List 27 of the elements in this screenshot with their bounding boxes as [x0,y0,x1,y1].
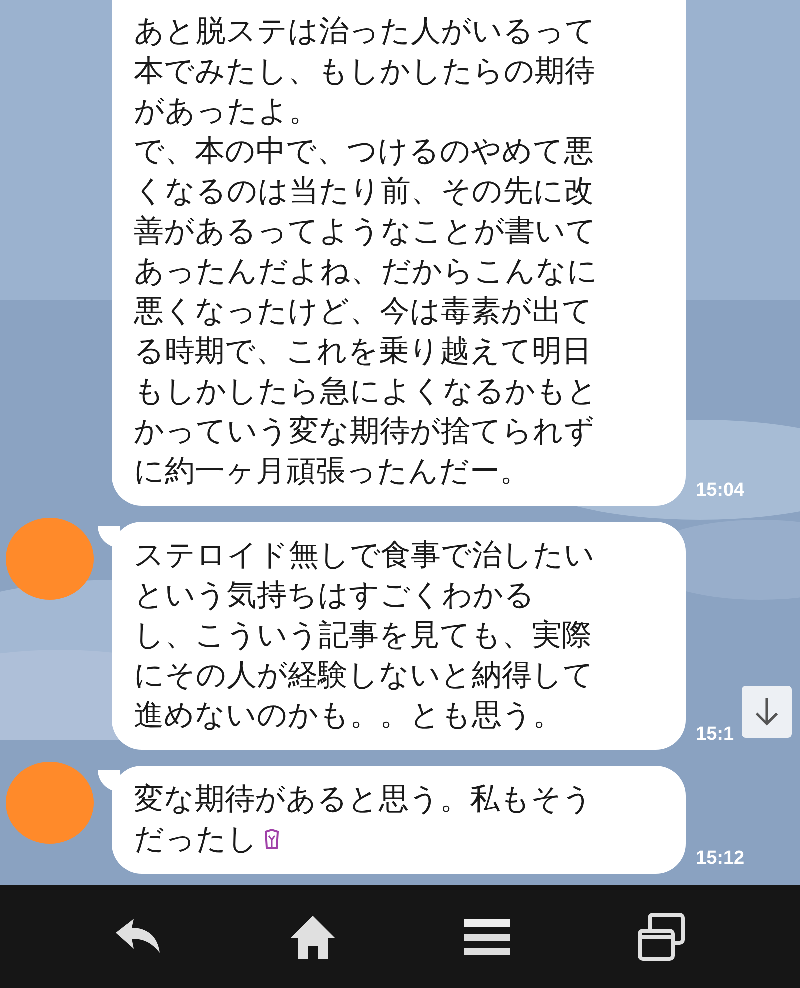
scroll-down-button[interactable] [742,686,792,738]
message-line: 変な期待があると思う。私もそう [134,781,593,819]
message-line: があったよ。 [134,93,319,131]
message-line: し、こういう記事を見ても、実際 [134,617,592,655]
message-line: という気持ちはすごくわかる [134,577,535,615]
windows-icon[interactable] [638,912,686,960]
message-line: あったんだよね、だからこんなに [134,253,598,291]
message-line: 本でみたし、もしかしたらの期待 [134,53,595,91]
message-line: 善があるってようなことが書いて [134,213,597,251]
menu-icon[interactable] [464,916,510,956]
message-line: 悪くなったけど、今は毒素が出て [134,293,593,331]
message-line: あと脱ステは治った人がいるって [134,13,596,51]
emoji-icon [262,828,282,852]
message-line: で、本の中で、つけるのやめて悪 [134,133,594,171]
message-line: だったし [134,821,258,859]
timestamp: 15:12 [696,848,745,870]
message-line: にその人が経験しないと納得して [134,657,594,695]
timestamp: 15:1 [696,724,734,746]
message-line: ステロイド無しで食事で治したい [134,537,595,575]
message-line: もしかしたら急によくなるかもと [134,373,598,411]
message-line: くなるのは当たり前、その先に改 [134,173,594,211]
message-line: に約一ヶ月頑張ったんだー。 [134,453,530,491]
message-line: かっていう変な期待が捨てられず [134,413,595,451]
message-line: る時期で、これを乗り越えて明日 [134,333,592,371]
home-icon[interactable] [290,914,336,960]
message-line: 進めないのかも。。とも思う。 [134,697,563,735]
timestamp: 15:04 [696,480,745,502]
